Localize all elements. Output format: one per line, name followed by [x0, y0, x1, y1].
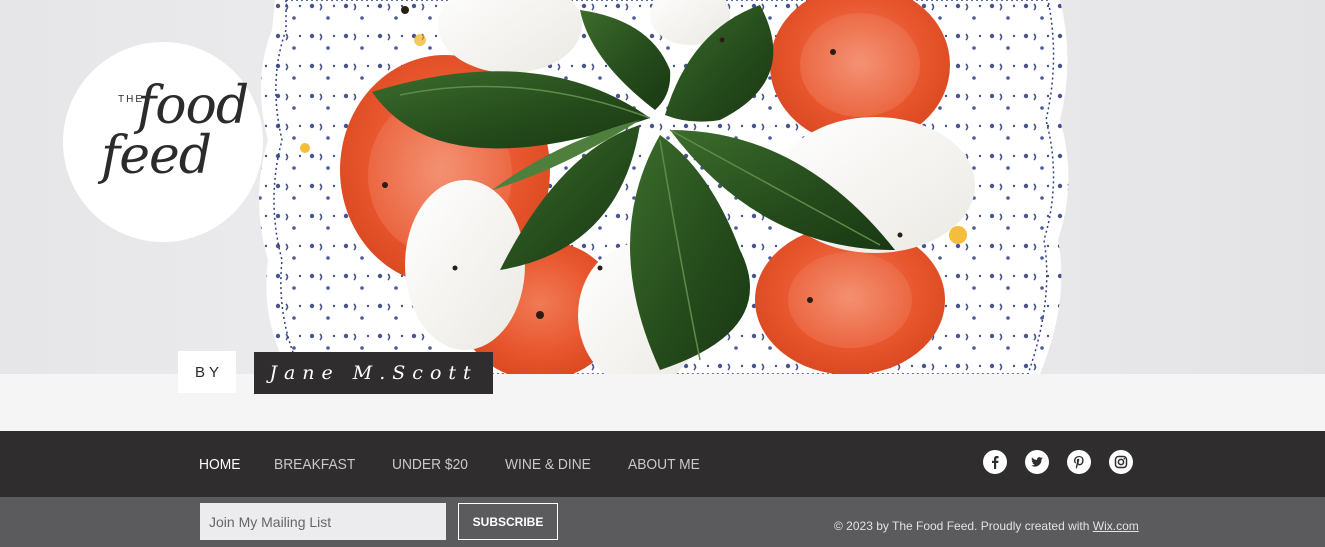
by-label: BY — [178, 351, 236, 393]
nav-item-home[interactable]: HOME — [199, 456, 240, 473]
nav-item-about-me[interactable]: ABOUT ME — [628, 456, 700, 473]
social-bar — [983, 450, 1133, 474]
site-logo[interactable]: THE food feed — [63, 42, 263, 242]
pinterest-icon[interactable] — [1067, 450, 1091, 474]
nav-item-under-20[interactable]: UNDER $20 — [392, 456, 468, 473]
nav-menu: HOME BREAKFAST UNDER $20 WINE & DINE ABO… — [199, 431, 736, 497]
instagram-icon[interactable] — [1109, 450, 1133, 474]
logo-feed-text: feed — [101, 126, 212, 186]
logo-food-text: food — [137, 76, 249, 136]
author-name: Jane M.Scott — [254, 352, 493, 394]
nav-item-breakfast[interactable]: BREAKFAST — [274, 456, 355, 473]
mailing-list-input[interactable] — [200, 503, 446, 540]
copyright-notice: © 2023 by The Food Feed. Proudly created… — [834, 519, 1139, 533]
subscribe-button[interactable]: SUBSCRIBE — [458, 503, 558, 540]
copyright-text: © 2023 by The Food Feed. Proudly created… — [834, 519, 1093, 533]
page: THE food feed BY Jane M.Scott HOME BREAK… — [0, 0, 1325, 547]
facebook-icon[interactable] — [983, 450, 1007, 474]
wix-link[interactable]: Wix.com — [1093, 519, 1139, 533]
hero-banner: THE food feed — [0, 0, 1325, 374]
twitter-icon[interactable] — [1025, 450, 1049, 474]
nav-item-wine-dine[interactable]: WINE & DINE — [505, 456, 591, 473]
